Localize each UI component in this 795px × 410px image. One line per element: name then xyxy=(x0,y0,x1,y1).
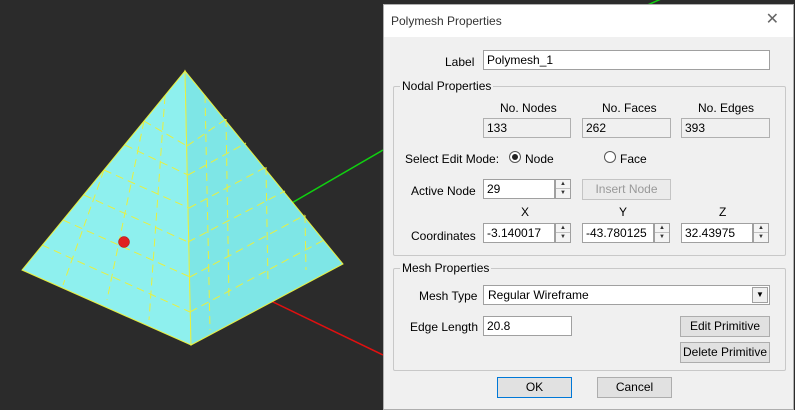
no-nodes-header: No. Nodes xyxy=(500,101,557,115)
edge-length-input[interactable]: 20.8 xyxy=(483,316,572,336)
spin-up-icon[interactable]: ▲ xyxy=(556,224,570,233)
pyramid-left-face xyxy=(21,69,192,346)
y-coordinate-spinner[interactable]: ▲ ▼ xyxy=(654,223,670,243)
delete-primitive-button[interactable]: Delete Primitive xyxy=(680,342,770,363)
label-caption: Label xyxy=(445,55,475,69)
nodal-properties-title: Nodal Properties xyxy=(400,79,494,93)
chevron-down-icon[interactable]: ▼ xyxy=(752,287,768,303)
dialog-title: Polymesh Properties xyxy=(391,14,502,28)
mesh-type-label: Mesh Type xyxy=(419,289,478,303)
no-faces-field: 262 xyxy=(582,118,671,138)
active-node-input[interactable]: 29 xyxy=(483,179,555,199)
spin-up-icon[interactable]: ▲ xyxy=(655,224,669,233)
mesh-type-select[interactable]: Regular Wireframe ▼ xyxy=(483,285,770,305)
spin-up-icon[interactable]: ▲ xyxy=(754,224,768,233)
edit-primitive-button[interactable]: Edit Primitive xyxy=(680,316,770,337)
face-mode-label[interactable]: Face xyxy=(620,152,647,166)
node-mode-radio[interactable] xyxy=(509,151,521,163)
no-faces-header: No. Faces xyxy=(602,101,657,115)
node-mode-label[interactable]: Node xyxy=(525,152,554,166)
active-node-spinner[interactable]: ▲ ▼ xyxy=(555,179,571,199)
mesh-type-value: Regular Wireframe xyxy=(488,288,589,302)
polymesh-properties-dialog: Polymesh Properties ✕ Label Polymesh_1 N… xyxy=(383,4,794,410)
coordinates-label: Coordinates xyxy=(411,229,476,243)
z-coordinate-spinner[interactable]: ▲ ▼ xyxy=(753,223,769,243)
spin-down-icon[interactable]: ▼ xyxy=(556,189,570,198)
x-coordinate-spinner[interactable]: ▲ ▼ xyxy=(555,223,571,243)
spin-down-icon[interactable]: ▼ xyxy=(556,233,570,242)
no-nodes-field: 133 xyxy=(483,118,571,138)
spin-down-icon[interactable]: ▼ xyxy=(655,233,669,242)
z-coordinate-input[interactable]: 32.43975 xyxy=(681,223,753,243)
edge-length-label: Edge Length xyxy=(410,320,479,334)
no-edges-header: No. Edges xyxy=(698,101,755,115)
label-input[interactable]: Polymesh_1 xyxy=(483,50,770,70)
pyramid-right-face xyxy=(184,69,344,346)
cancel-button[interactable]: Cancel xyxy=(597,377,672,398)
spin-up-icon[interactable]: ▲ xyxy=(556,180,570,189)
y-coordinate-input[interactable]: -43.780125 xyxy=(582,223,654,243)
no-edges-field: 393 xyxy=(681,118,770,138)
x-coordinate-input[interactable]: -3.140017 xyxy=(483,223,555,243)
close-icon[interactable]: ✕ xyxy=(766,11,779,29)
x-header: X xyxy=(521,205,530,219)
spin-down-icon[interactable]: ▼ xyxy=(754,233,768,242)
insert-node-button[interactable]: Insert Node xyxy=(582,179,671,200)
dialog-titlebar[interactable]: Polymesh Properties ✕ xyxy=(384,5,793,37)
face-mode-radio[interactable] xyxy=(604,151,616,163)
y-header: Y xyxy=(619,205,628,219)
edit-mode-label: Select Edit Mode: xyxy=(405,152,500,166)
ok-button[interactable]: OK xyxy=(497,377,572,398)
active-node-label: Active Node xyxy=(411,184,476,198)
active-node-marker[interactable] xyxy=(118,236,130,248)
mesh-properties-title: Mesh Properties xyxy=(400,261,492,275)
z-header: Z xyxy=(719,205,727,219)
